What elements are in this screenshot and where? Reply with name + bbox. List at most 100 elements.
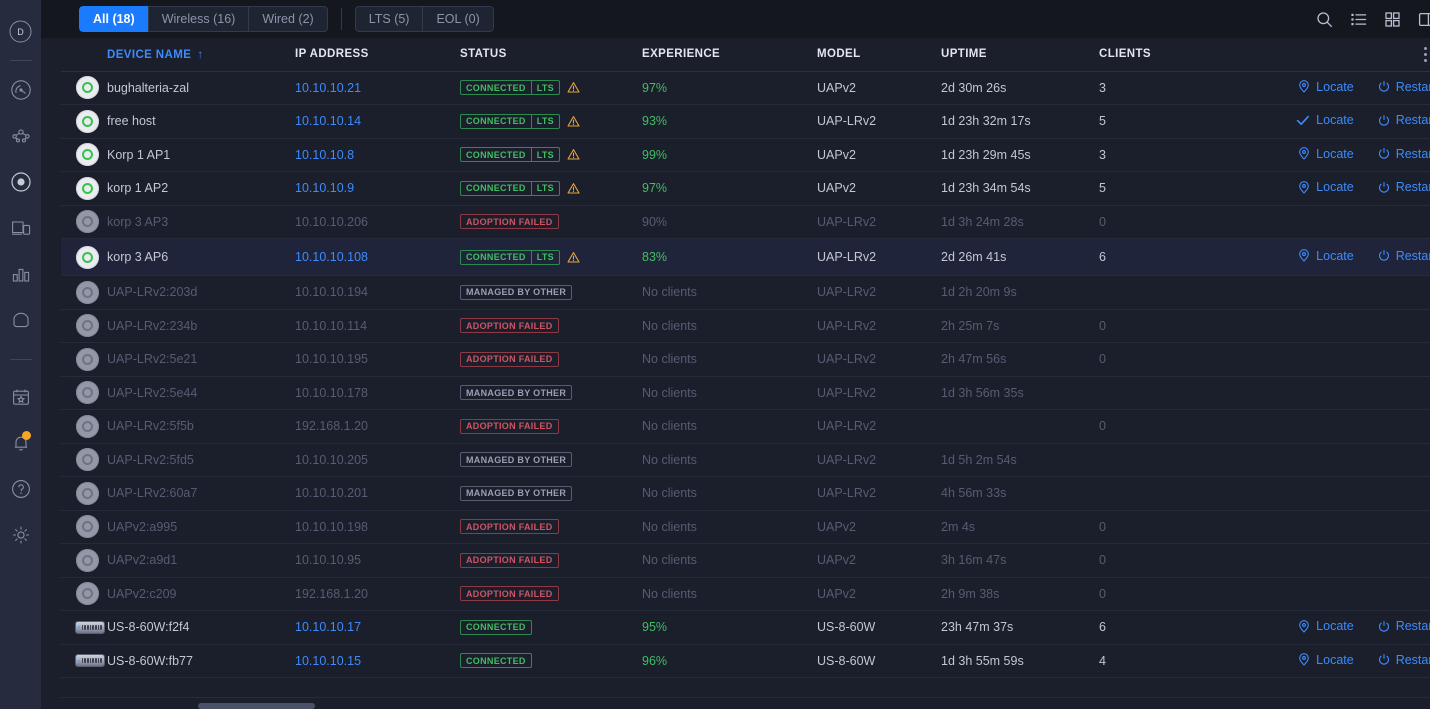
row-actions-cell — [1219, 577, 1430, 611]
tab-all[interactable]: All (18) — [79, 6, 148, 32]
sidebar-item-insights[interactable] — [0, 374, 41, 420]
col-device-name[interactable]: DEVICE NAME ↑ — [107, 38, 295, 72]
clients-cell: 0 — [1099, 318, 1106, 333]
ip-address-text: 10.10.10.198 — [295, 519, 368, 534]
alerts-badge-dot — [22, 431, 31, 440]
status-badge: ADOPTION FAILED — [460, 214, 559, 230]
locate-button[interactable]: Locate — [1298, 147, 1354, 161]
sidebar-item-protect[interactable] — [0, 297, 41, 343]
restart-button[interactable]: Restart — [1378, 619, 1430, 633]
restart-button[interactable]: Restart — [1378, 653, 1430, 667]
table-row[interactable]: UAP-LRv2:60a7 10.10.10.201 MANAGED BY OTHE… — [61, 477, 1430, 511]
tab-lts[interactable]: LTS (5) — [354, 6, 423, 32]
ip-address-text: 192.168.1.20 — [295, 419, 368, 434]
experience-cell: No clients — [642, 318, 697, 333]
table-row[interactable]: korp 3 AP6 10.10.10.108 CONNECTED LTS 83% UAP… — [61, 238, 1430, 276]
sidebar-item-devices[interactable] — [0, 159, 41, 205]
split-panel-icon[interactable] — [1416, 9, 1430, 29]
restart-button[interactable]: Restart — [1378, 180, 1430, 194]
table-row[interactable]: US-8-60W:fb77 10.10.10.15 CONNECTED 96% US-8… — [61, 644, 1430, 678]
table-row[interactable]: UAP-LRv2:5e21 10.10.10.195 ADOPTION FAILED… — [61, 343, 1430, 376]
map-pin-icon — [1299, 619, 1310, 633]
col-ip-address[interactable]: IP ADDRESS — [295, 38, 460, 72]
list-view-icon[interactable] — [1348, 9, 1368, 29]
col-experience[interactable]: EXPERIENCE — [642, 38, 817, 72]
status-badge-label: ADOPTION FAILED — [466, 216, 553, 227]
table-row[interactable]: UAPv2:c209 192.168.1.20 ADOPTION FAILED No … — [61, 577, 1430, 611]
row-actions-cell — [1219, 276, 1430, 310]
access-point-icon — [76, 76, 99, 100]
restart-button[interactable]: Restart — [1378, 80, 1430, 94]
search-icon[interactable] — [1314, 9, 1334, 29]
table-row[interactable]: korp 3 AP3 10.10.10.206 ADOPTION FAILED 90%… — [61, 205, 1430, 239]
col-ip-label: IP ADDRESS — [295, 48, 369, 61]
grid-view-icon[interactable] — [1382, 9, 1402, 29]
locate-button[interactable]: Locate — [1298, 180, 1354, 194]
col-clients[interactable]: CLIENTS — [1099, 38, 1219, 72]
locate-button[interactable]: Locate — [1298, 619, 1354, 633]
tab-eol[interactable]: EOL (0) — [422, 6, 494, 32]
access-point-icon — [76, 280, 99, 304]
col-device-name-label: DEVICE NAME — [107, 49, 192, 62]
ip-address-link[interactable]: 10.10.10.8 — [295, 148, 354, 162]
ip-address-link[interactable]: 10.10.10.15 — [295, 654, 361, 668]
ip-address-cell: 10.10.10.206 — [295, 205, 460, 239]
tab-wired[interactable]: Wired (2) — [248, 6, 328, 32]
row-actions-cell — [1219, 309, 1430, 343]
col-status[interactable]: STATUS — [460, 38, 642, 72]
status-badge: CONNECTED LTS — [460, 80, 560, 96]
access-point-icon — [76, 381, 99, 405]
restart-button[interactable]: Restart — [1378, 113, 1430, 127]
locate-button[interactable]: Locate — [1298, 249, 1354, 263]
uptime-cell: 1d 3h 24m 28s — [941, 214, 1024, 229]
status-badge-label: CONNECTED — [466, 183, 526, 194]
col-uptime[interactable]: UPTIME — [941, 38, 1099, 72]
access-point-icon — [76, 515, 99, 539]
restart-button[interactable]: Restart — [1378, 147, 1430, 161]
horizontal-scrollbar[interactable] — [198, 703, 315, 709]
table-row[interactable]: korp 1 AP2 10.10.10.9 CONNECTED LTS 97% UAPv2… — [61, 172, 1430, 205]
model-cell: UAP-LRv2 — [817, 486, 877, 501]
sidebar-item-clients[interactable] — [0, 205, 41, 251]
table-row[interactable]: UAP-LRv2:5e44 10.10.10.178 MANAGED BY OTHE… — [61, 376, 1430, 410]
restart-button[interactable]: Restart — [1378, 249, 1430, 263]
sidebar-item-dashboard[interactable] — [0, 67, 41, 113]
table-row[interactable]: UAPv2:a9d1 10.10.10.95 ADOPTION FAILED No c… — [61, 544, 1430, 578]
table-row[interactable]: US-8-60W:f2f4 10.10.10.17 CONNECTED 95% US-8… — [61, 611, 1430, 644]
col-model[interactable]: MODEL — [817, 38, 941, 72]
model-cell: UAP-LRv2 — [817, 419, 877, 434]
uptime-cell: 1d 23h 29m 45s — [941, 147, 1031, 162]
experience-cell: No clients — [642, 419, 697, 434]
table-row[interactable]: UAP-LRv2:234b 10.10.10.114 ADOPTION FAILED… — [61, 309, 1430, 343]
uptime-cell: 2d 26m 41s — [941, 250, 1007, 264]
row-actions-cell — [1219, 205, 1430, 239]
table-row[interactable]: UAP-LRv2:5fd5 10.10.10.205 MANAGED BY OTHE… — [61, 443, 1430, 477]
table-row[interactable]: UAP-LRv2:5f5b 192.168.1.20 ADOPTION FAILED… — [61, 410, 1430, 443]
locate-button[interactable]: Locate — [1296, 113, 1354, 127]
access-point-icon — [76, 245, 99, 269]
ip-address-link[interactable]: 10.10.10.14 — [295, 114, 361, 128]
table-row[interactable]: free host 10.10.10.14 CONNECTED LTS 93% UAP-L… — [61, 105, 1430, 138]
kebab-menu-icon[interactable] — [1416, 46, 1430, 62]
table-row[interactable]: UAPv2:a995 10.10.10.198 ADOPTION FAILED No … — [61, 510, 1430, 544]
warning-icon — [567, 251, 580, 263]
ip-address-link[interactable]: 10.10.10.17 — [295, 620, 361, 634]
ip-address-link[interactable]: 10.10.10.108 — [295, 250, 368, 264]
ip-address-link[interactable]: 10.10.10.21 — [295, 81, 361, 95]
sidebar-item-profile[interactable]: D — [0, 8, 41, 54]
table-row[interactable]: bughalteria-zal 10.10.10.21 CONNECTED LTS 97… — [61, 71, 1430, 105]
topology-icon — [10, 125, 32, 147]
row-actions-cell — [1219, 544, 1430, 578]
sidebar-item-alerts[interactable] — [0, 420, 41, 466]
table-row[interactable]: Korp 1 AP1 10.10.10.8 CONNECTED LTS 99% UAPv2… — [61, 138, 1430, 172]
sidebar-item-help[interactable] — [0, 466, 41, 512]
sidebar-item-statistics[interactable] — [0, 251, 41, 297]
sidebar-item-settings[interactable] — [0, 512, 41, 558]
table-row[interactable]: UAP-LRv2:203d 10.10.10.194 MANAGED BY OTHE… — [61, 276, 1430, 310]
locate-button[interactable]: Locate — [1298, 80, 1354, 94]
locate-button[interactable]: Locate — [1298, 653, 1354, 667]
tab-wireless[interactable]: Wireless (16) — [147, 6, 249, 32]
ip-address-link[interactable]: 10.10.10.9 — [295, 181, 354, 195]
row-actions-cell — [1219, 477, 1430, 511]
sidebar-item-topology[interactable] — [0, 113, 41, 159]
